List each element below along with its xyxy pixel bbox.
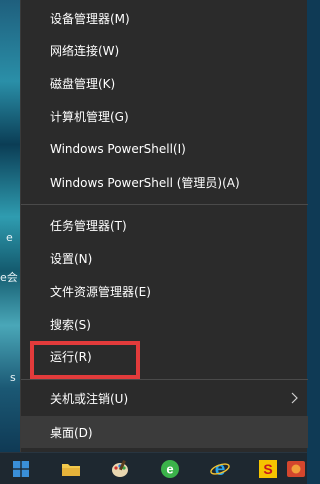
menu-item-label: 计算机管理(G) xyxy=(50,109,129,124)
menu-item-label: Windows PowerShell (管理员)(A) xyxy=(50,175,240,190)
menu-item-label: 任务管理器(T) xyxy=(50,218,127,233)
menu-item-computer-management[interactable]: 计算机管理(G) xyxy=(21,100,308,132)
game-icon[interactable] xyxy=(283,456,309,482)
menu-item-label: 磁盘管理(K) xyxy=(50,76,116,91)
menu-item-label: 网络连接(W) xyxy=(50,43,120,58)
menu-item-label: 设置(N) xyxy=(50,251,93,266)
svg-text:e: e xyxy=(215,459,226,479)
app-s-icon[interactable]: S xyxy=(255,456,281,482)
run-highlight-box xyxy=(30,341,140,379)
menu-separator xyxy=(21,379,308,380)
menu-item-task-manager[interactable]: 任务管理器(T) xyxy=(21,209,308,241)
desktop-text: e xyxy=(6,231,13,244)
menu-item-label: 关机或注销(U) xyxy=(50,391,129,406)
svg-text:S: S xyxy=(263,461,272,477)
menu-item-label: 文件资源管理器(E) xyxy=(50,284,151,299)
browser-green-e-icon[interactable]: e xyxy=(157,456,183,482)
menu-item-label: 搜索(S) xyxy=(50,317,91,332)
menu-item-shutdown-signout[interactable]: 关机或注销(U) xyxy=(21,382,308,414)
menu-item-disk-management[interactable]: 磁盘管理(K) xyxy=(21,67,308,99)
file-explorer-icon[interactable] xyxy=(58,456,84,482)
desktop-text: e会 xyxy=(0,271,18,284)
menu-item-label: 设备管理器(M) xyxy=(50,11,130,26)
internet-explorer-icon[interactable]: e xyxy=(207,456,233,482)
menu-item-powershell-admin[interactable]: Windows PowerShell (管理员)(A) xyxy=(21,166,308,198)
menu-item-label: 桌面(D) xyxy=(50,425,93,440)
menu-item-desktop[interactable]: 桌面(D) xyxy=(21,416,308,448)
winx-context-menu: 设备管理器(M) 网络连接(W) 磁盘管理(K) 计算机管理(G) Window… xyxy=(20,0,308,452)
menu-item-device-manager[interactable]: 设备管理器(M) xyxy=(21,2,308,34)
menu-item-search[interactable]: 搜索(S) xyxy=(21,308,308,340)
menu-item-file-explorer[interactable]: 文件资源管理器(E) xyxy=(21,275,308,307)
paint-icon[interactable] xyxy=(107,456,133,482)
menu-item-powershell[interactable]: Windows PowerShell(I) xyxy=(21,133,308,165)
desktop-text: s xyxy=(10,371,16,384)
chevron-right-icon xyxy=(291,392,298,404)
menu-item-settings[interactable]: 设置(N) xyxy=(21,242,308,274)
taskbar: e e S xyxy=(0,452,307,484)
svg-text:e: e xyxy=(166,462,173,477)
desktop-wallpaper: e e会 s xyxy=(0,0,20,452)
menu-separator xyxy=(21,204,308,205)
menu-item-network-connections[interactable]: 网络连接(W) xyxy=(21,34,308,66)
menu-item-label: Windows PowerShell(I) xyxy=(50,142,186,156)
windows-start-icon[interactable] xyxy=(8,456,34,482)
